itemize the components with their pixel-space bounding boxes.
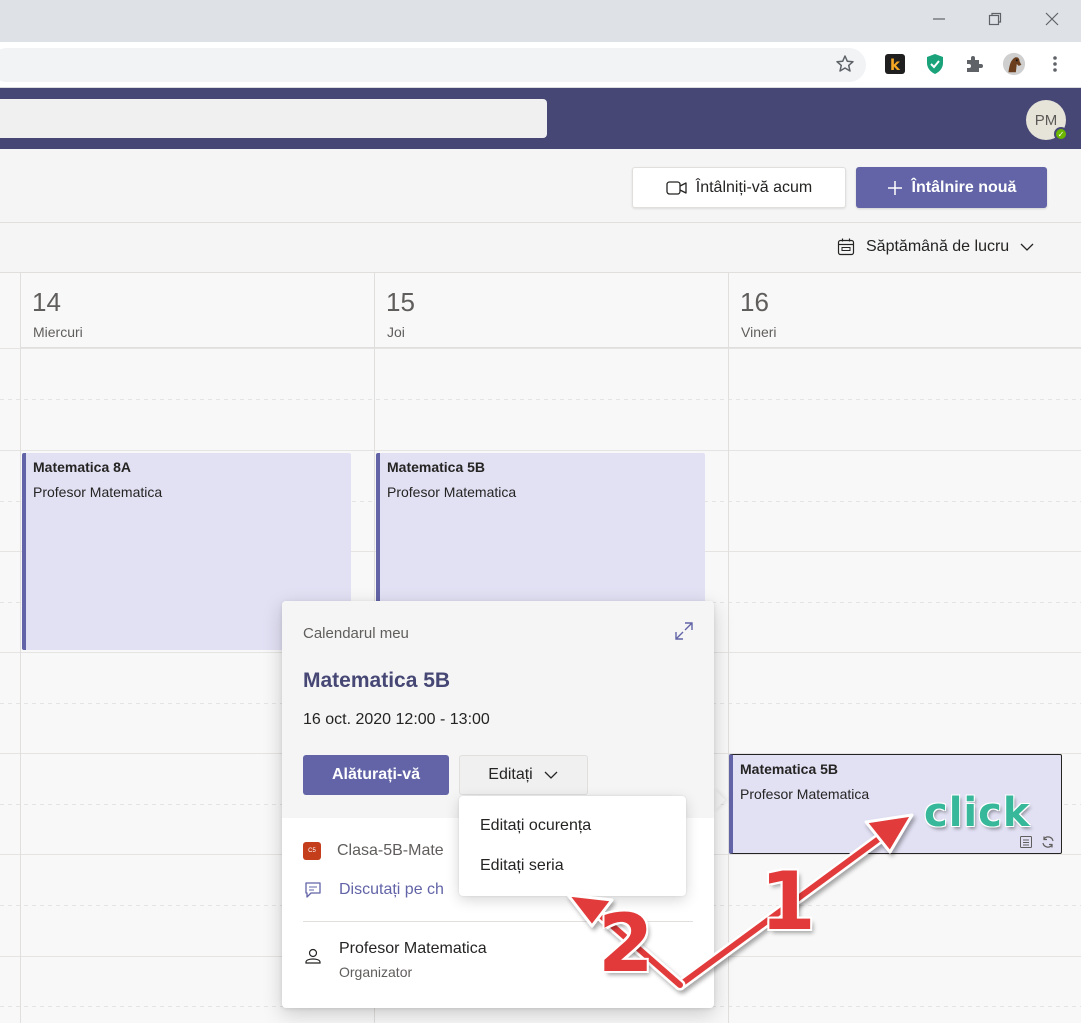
team-icon: C5 bbox=[303, 842, 321, 860]
day-name: Joi bbox=[387, 324, 405, 340]
plus-icon bbox=[887, 180, 902, 195]
event-organizer: Profesor Matematica bbox=[387, 484, 517, 500]
address-bar[interactable] bbox=[0, 48, 866, 82]
event-title: Matematica 8A bbox=[33, 459, 132, 475]
day-name: Miercuri bbox=[33, 324, 83, 340]
meet-now-label: Întâlniți-vă acum bbox=[695, 178, 813, 196]
recurring-icon bbox=[1042, 836, 1054, 848]
column-divider bbox=[20, 273, 21, 1023]
chevron-down-icon bbox=[1020, 243, 1034, 251]
browser-titlebar bbox=[0, 0, 1081, 42]
event-organizer: Profesor Matematica bbox=[740, 786, 870, 802]
new-meeting-button[interactable]: Întâlnire nouă bbox=[856, 167, 1047, 208]
close-icon[interactable] bbox=[1039, 8, 1065, 30]
organizer-role: Organizator bbox=[339, 964, 413, 980]
step-2-annotation: 2 bbox=[598, 897, 654, 990]
team-name: Clasa-5B-Mate bbox=[337, 842, 444, 859]
shield-extension-icon[interactable] bbox=[923, 52, 947, 76]
chrome-menu-icon[interactable] bbox=[1043, 52, 1067, 76]
svg-text:k: k bbox=[890, 56, 901, 74]
grid-line bbox=[0, 450, 1081, 451]
step-1-annotation: 1 bbox=[760, 855, 816, 948]
team-channel-row[interactable]: C5 Clasa-5B-Mate bbox=[303, 842, 444, 860]
calendar-icon bbox=[837, 238, 855, 256]
edit-dropdown-menu: Editați ocurența Editați seria bbox=[459, 796, 686, 896]
view-selector[interactable]: Săptămână de lucru bbox=[836, 237, 1035, 257]
organizer-name: Profesor Matematica bbox=[339, 940, 487, 957]
organizer-row: Profesor Matematica Organizator bbox=[303, 940, 487, 980]
details-icon bbox=[1020, 836, 1032, 848]
event-title: Matematica 5B bbox=[740, 761, 839, 777]
column-divider bbox=[728, 273, 729, 1023]
minimize-icon[interactable] bbox=[926, 8, 952, 30]
grid-line bbox=[0, 348, 1081, 349]
grid-line bbox=[0, 399, 1081, 400]
event-time: 16 oct. 2020 12:00 - 13:00 bbox=[303, 711, 490, 728]
view-label: Săptămână de lucru bbox=[866, 238, 1010, 255]
profile-avatar-icon[interactable] bbox=[1002, 52, 1026, 76]
edit-button[interactable]: Editați bbox=[459, 755, 588, 795]
day-name: Vineri bbox=[741, 324, 777, 340]
event-organizer: Profesor Matematica bbox=[33, 484, 163, 500]
new-meeting-label: Întâlnire nouă bbox=[911, 178, 1017, 196]
restore-icon[interactable] bbox=[982, 8, 1008, 30]
day-header-15[interactable]: 15 Joi bbox=[374, 273, 728, 348]
day-number: 15 bbox=[386, 287, 415, 317]
menu-item-edit-occurrence[interactable]: Editați ocurența bbox=[459, 806, 686, 846]
avatar[interactable]: PM ✓ bbox=[1026, 100, 1068, 141]
view-bar: Săptămână de lucru bbox=[0, 223, 1081, 273]
chat-link[interactable]: Discutați pe ch bbox=[303, 880, 444, 900]
expand-icon[interactable] bbox=[674, 621, 694, 646]
calendar-toolbar: Întâlniți-vă acum Întâlnire nouă bbox=[0, 149, 1081, 223]
teams-header: PM ✓ bbox=[0, 88, 1081, 149]
bookmark-star-icon[interactable] bbox=[833, 52, 857, 76]
chat-label: Discutați pe ch bbox=[339, 881, 444, 898]
join-button[interactable]: Alăturați-vă bbox=[303, 755, 449, 795]
k-extension-icon[interactable]: k bbox=[883, 52, 907, 76]
calendar-label: Calendarul meu bbox=[303, 625, 409, 642]
video-camera-icon bbox=[666, 180, 687, 195]
status-available-icon: ✓ bbox=[1054, 127, 1068, 141]
chevron-down-icon bbox=[544, 771, 558, 779]
chat-icon bbox=[305, 882, 321, 898]
click-annotation: click bbox=[924, 790, 1031, 836]
meet-now-button[interactable]: Întâlniți-vă acum bbox=[632, 167, 846, 208]
extensions-puzzle-icon[interactable] bbox=[962, 52, 986, 76]
day-header-14[interactable]: 14 Miercuri bbox=[20, 273, 374, 348]
avatar-initials: PM bbox=[1034, 111, 1058, 129]
search-input[interactable] bbox=[0, 99, 547, 138]
day-number: 16 bbox=[740, 287, 769, 317]
person-icon bbox=[305, 948, 321, 964]
menu-item-edit-series[interactable]: Editați seria bbox=[459, 846, 686, 886]
browser-toolbar bbox=[0, 42, 1081, 88]
event-title: Matematica 5B bbox=[387, 459, 486, 475]
day-header-16[interactable]: 16 Vineri bbox=[728, 273, 1081, 348]
day-number: 14 bbox=[32, 287, 61, 317]
event-title: Matematica 5B bbox=[303, 669, 451, 692]
edit-label: Editați bbox=[488, 766, 533, 783]
